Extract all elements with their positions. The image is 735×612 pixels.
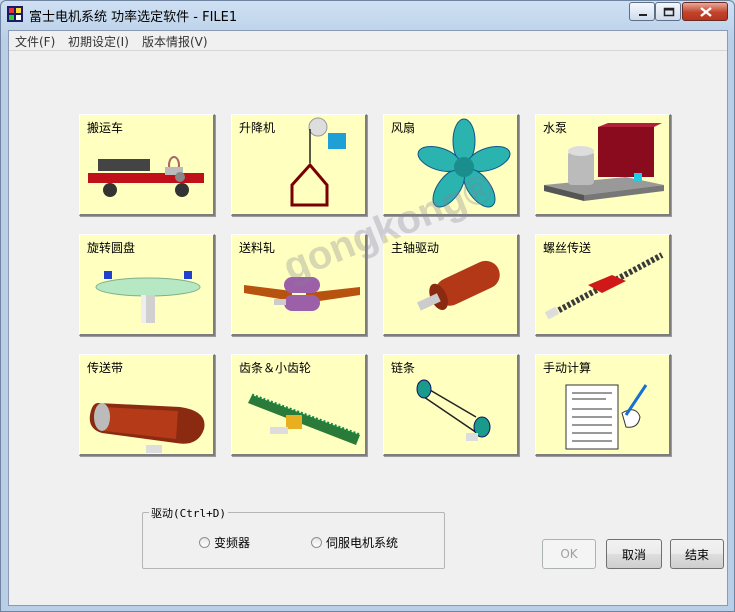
maximize-icon bbox=[663, 7, 675, 17]
tile-rack-pinion[interactable]: 齿条＆小齿轮 bbox=[231, 354, 367, 456]
tile-hoist[interactable]: 升降机 bbox=[231, 114, 367, 216]
menu-initial-settings[interactable]: 初期设定(I) bbox=[68, 33, 129, 50]
tile-turntable[interactable]: 旋转圆盘 bbox=[79, 234, 215, 336]
close-icon bbox=[700, 7, 712, 17]
tile-feed-roll[interactable]: 送料轧 bbox=[231, 234, 367, 336]
app-window: 富士电机系统 功率选定软件 - FILE1 文件(F) 初期设定(I) 版本情报… bbox=[0, 0, 735, 612]
tile-chain[interactable]: 链条 bbox=[383, 354, 519, 456]
screw-conveyor-icon bbox=[544, 252, 664, 320]
tile-pump[interactable]: 水泵 bbox=[535, 114, 671, 216]
close-button[interactable] bbox=[682, 2, 728, 21]
chain-icon bbox=[416, 379, 491, 441]
menu-bar: 文件(F) 初期设定(I) 版本情报(V) bbox=[9, 31, 727, 51]
conveyor-belt-icon bbox=[89, 403, 205, 453]
menu-file[interactable]: 文件(F) bbox=[15, 33, 55, 50]
rack-pinion-icon bbox=[248, 393, 361, 445]
maximize-button[interactable] bbox=[655, 2, 681, 21]
tile-manual-calc[interactable]: 手动计算 bbox=[535, 354, 671, 456]
cart-icon bbox=[88, 156, 204, 197]
title-bar[interactable]: 富士电机系统 功率选定软件 - FILE1 bbox=[1, 1, 734, 29]
tile-cart[interactable]: 搬运车 bbox=[79, 114, 215, 216]
minimize-button[interactable] bbox=[629, 2, 655, 21]
manual-calc-icon bbox=[565, 384, 648, 450]
tile-conveyor-belt[interactable]: 传送带 bbox=[79, 354, 215, 456]
ok-button[interactable]: OK bbox=[542, 539, 596, 569]
menu-version-info[interactable]: 版本情报(V) bbox=[142, 33, 208, 50]
client-area: 文件(F) 初期设定(I) 版本情报(V) 搬运车 升降机 风扇 水泵 旋转圆盘… bbox=[8, 30, 728, 606]
finish-button[interactable]: 结束 bbox=[670, 539, 724, 569]
pump-icon bbox=[544, 123, 664, 201]
fan-icon bbox=[417, 118, 511, 208]
drive-group-label: 驱动(Ctrl+D) bbox=[149, 505, 228, 521]
tile-fan[interactable]: 风扇 bbox=[383, 114, 519, 216]
turntable-icon bbox=[95, 271, 201, 323]
radio-servo-system[interactable] bbox=[311, 537, 322, 548]
app-icon bbox=[7, 6, 23, 22]
radio-servo-system-label[interactable]: 伺服电机系统 bbox=[326, 534, 398, 551]
cancel-button[interactable]: 取消 bbox=[606, 539, 662, 569]
spindle-icon bbox=[416, 260, 500, 311]
feed-roll-icon bbox=[244, 277, 360, 311]
radio-inverter-label[interactable]: 变频器 bbox=[214, 534, 250, 551]
window-title: 富士电机系统 功率选定软件 - FILE1 bbox=[29, 10, 238, 25]
tile-spindle[interactable]: 主轴驱动 bbox=[383, 234, 519, 336]
radio-inverter[interactable] bbox=[199, 537, 210, 548]
hoist-icon bbox=[290, 117, 346, 207]
minimize-icon bbox=[639, 14, 647, 16]
tile-screw-conveyor[interactable]: 螺丝传送 bbox=[535, 234, 671, 336]
